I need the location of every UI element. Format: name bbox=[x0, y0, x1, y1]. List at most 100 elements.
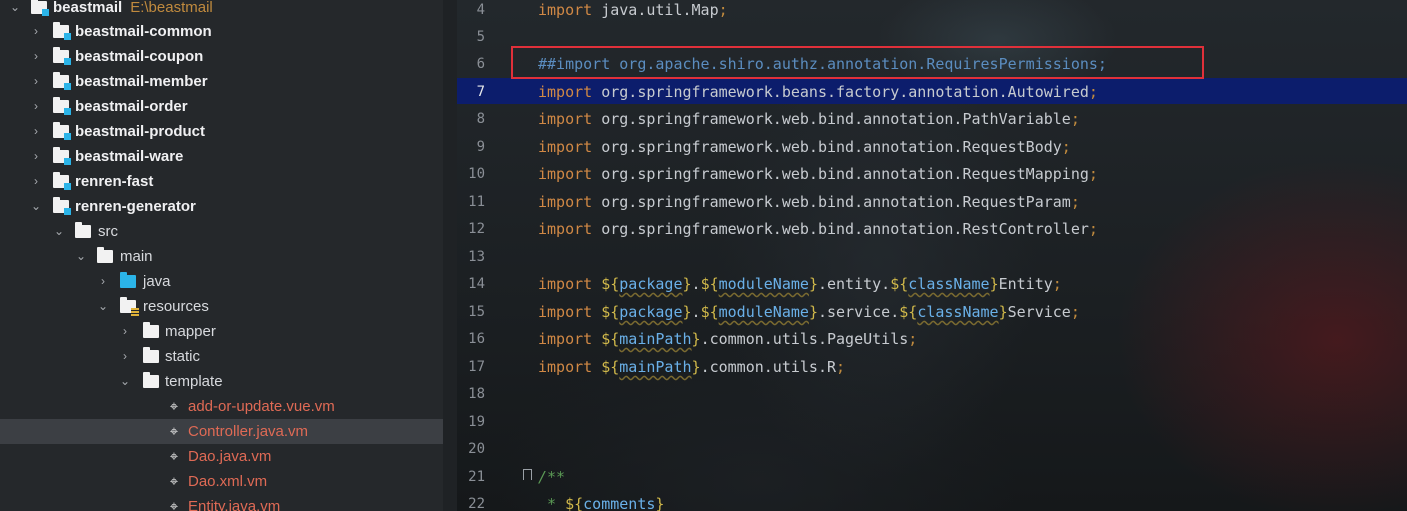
line-number: 11 bbox=[468, 194, 485, 210]
module-label: beastmail-order bbox=[75, 98, 188, 115]
code-text: . bbox=[691, 275, 701, 293]
velocity-file-icon: ⌖ bbox=[169, 423, 179, 440]
fold-marker-icon[interactable] bbox=[523, 469, 532, 480]
velocity-var: package bbox=[619, 303, 683, 321]
line-number-gutter[interactable]: 4 5 6 7 8 9 10 11 12 13 14 15 16 17 18 1… bbox=[457, 0, 517, 511]
chevron-down-icon[interactable]: ⌄ bbox=[29, 194, 43, 219]
tree-folder-src[interactable]: ⌄ src bbox=[0, 219, 443, 244]
tree-module-ware[interactable]: › beastmail-ware bbox=[0, 144, 443, 169]
code-line-11: import org.springframework.web.bind.anno… bbox=[538, 192, 1080, 212]
code-text: Service bbox=[1007, 303, 1071, 321]
chevron-right-icon[interactable]: › bbox=[29, 94, 43, 119]
tree-folder-template[interactable]: ⌄ template bbox=[0, 369, 443, 394]
folder-label: java bbox=[143, 273, 171, 290]
velocity-delim: } bbox=[682, 275, 692, 293]
chevron-down-icon[interactable]: ⌄ bbox=[74, 244, 88, 269]
module-folder-icon bbox=[31, 0, 49, 16]
velocity-delim: ${ bbox=[890, 275, 909, 293]
panel-splitter[interactable] bbox=[443, 0, 457, 511]
module-label: beastmail-member bbox=[75, 73, 208, 90]
tree-folder-resources[interactable]: ⌄ resources bbox=[0, 294, 443, 319]
velocity-var: moduleName bbox=[718, 303, 809, 321]
chevron-right-icon[interactable]: › bbox=[29, 169, 43, 194]
velocity-delim: } bbox=[682, 303, 692, 321]
keyword: import bbox=[538, 110, 593, 128]
velocity-var: package bbox=[619, 275, 683, 293]
line-number: 18 bbox=[468, 386, 485, 402]
folder-icon bbox=[143, 372, 159, 388]
tree-folder-mapper[interactable]: › mapper bbox=[0, 319, 443, 344]
keyword: import bbox=[538, 1, 593, 19]
line-number: 17 bbox=[468, 359, 485, 375]
velocity-delim: ${ bbox=[601, 330, 620, 348]
velocity-file-icon: ⌖ bbox=[169, 398, 179, 415]
chevron-right-icon[interactable]: › bbox=[29, 69, 43, 94]
module-folder-icon bbox=[53, 147, 71, 165]
tree-module-product[interactable]: › beastmail-product bbox=[0, 119, 443, 144]
velocity-delim: ${ bbox=[899, 303, 918, 321]
file-label: add-or-update.vue.vm bbox=[188, 398, 335, 415]
file-label: Controller.java.vm bbox=[188, 423, 309, 440]
tree-file-add-or-update[interactable]: ⌖ add-or-update.vue.vm bbox=[0, 394, 443, 419]
chevron-right-icon[interactable]: › bbox=[96, 269, 110, 294]
velocity-var: className bbox=[908, 275, 990, 293]
chevron-down-icon[interactable]: ⌄ bbox=[96, 294, 110, 319]
code-text: java.util.Map bbox=[601, 1, 719, 19]
module-label: renren-fast bbox=[75, 173, 154, 190]
chevron-down-icon[interactable]: ⌄ bbox=[118, 369, 132, 394]
chevron-right-icon[interactable]: › bbox=[29, 19, 43, 44]
chevron-down-icon[interactable]: ⌄ bbox=[8, 0, 22, 20]
tree-file-controller[interactable]: ⌖ Controller.java.vm bbox=[0, 419, 443, 444]
chevron-right-icon[interactable]: › bbox=[118, 319, 132, 344]
tree-folder-main[interactable]: ⌄ main bbox=[0, 244, 443, 269]
chevron-right-icon[interactable]: › bbox=[29, 44, 43, 69]
tree-module-member[interactable]: › beastmail-member bbox=[0, 69, 443, 94]
semicolon: ; bbox=[1088, 165, 1098, 183]
comment-star: * bbox=[547, 495, 557, 511]
code-text: .common.utils.PageUtils bbox=[700, 330, 909, 348]
velocity-var: comments bbox=[583, 495, 656, 511]
code-line-12: import org.springframework.web.bind.anno… bbox=[538, 219, 1098, 239]
code-editor[interactable]: 4 5 6 7 8 9 10 11 12 13 14 15 16 17 18 1… bbox=[457, 0, 1407, 511]
velocity-file-icon: ⌖ bbox=[169, 473, 179, 490]
module-label: beastmail-ware bbox=[75, 148, 184, 165]
line-number: 16 bbox=[468, 331, 485, 347]
tree-folder-static[interactable]: › static bbox=[0, 344, 443, 369]
tree-file-entity[interactable]: ⌖ Entity.java.vm bbox=[0, 494, 443, 511]
tree-folder-java[interactable]: › java bbox=[0, 269, 443, 294]
code-text: . bbox=[691, 303, 701, 321]
code-line-15: import ${package}.${moduleName}.service.… bbox=[538, 302, 1080, 322]
chevron-right-icon[interactable]: › bbox=[118, 344, 132, 369]
tree-root-beastmail[interactable]: ⌄ beastmail E:\beastmail bbox=[0, 0, 443, 20]
code-line-14: import ${package}.${moduleName}.entity.$… bbox=[538, 274, 1062, 294]
velocity-delim: } bbox=[998, 303, 1008, 321]
chevron-down-icon[interactable]: ⌄ bbox=[52, 219, 66, 244]
tree-module-coupon[interactable]: › beastmail-coupon bbox=[0, 44, 443, 69]
code-line-16: import ${mainPath}.common.utils.PageUtil… bbox=[538, 329, 917, 349]
code-text: .common.utils.R bbox=[700, 358, 837, 376]
source-folder-icon bbox=[120, 272, 136, 288]
velocity-var: className bbox=[917, 303, 999, 321]
code-line-4: import java.util.Map; bbox=[538, 0, 728, 20]
tree-module-renren-generator[interactable]: ⌄ renren-generator bbox=[0, 194, 443, 219]
folder-icon bbox=[75, 222, 91, 238]
module-label: renren-generator bbox=[75, 198, 196, 215]
tree-module-renren-fast[interactable]: › renren-fast bbox=[0, 169, 443, 194]
tree-module-common[interactable]: › beastmail-common bbox=[0, 19, 443, 44]
line-number: 8 bbox=[476, 111, 485, 127]
velocity-delim: } bbox=[808, 275, 818, 293]
chevron-right-icon[interactable]: › bbox=[29, 119, 43, 144]
file-label: Dao.xml.vm bbox=[188, 473, 268, 490]
semicolon: ; bbox=[1070, 193, 1080, 211]
tree-file-dao-java[interactable]: ⌖ Dao.java.vm bbox=[0, 444, 443, 469]
chevron-right-icon[interactable]: › bbox=[29, 144, 43, 169]
semicolon: ; bbox=[1070, 303, 1080, 321]
velocity-delim: } bbox=[691, 358, 701, 376]
semicolon: ; bbox=[718, 1, 728, 19]
line-number: 20 bbox=[468, 441, 485, 457]
module-folder-icon bbox=[53, 47, 71, 65]
folder-icon bbox=[143, 322, 159, 338]
tree-module-order[interactable]: › beastmail-order bbox=[0, 94, 443, 119]
tree-file-dao-xml[interactable]: ⌖ Dao.xml.vm bbox=[0, 469, 443, 494]
module-folder-icon bbox=[53, 22, 71, 40]
